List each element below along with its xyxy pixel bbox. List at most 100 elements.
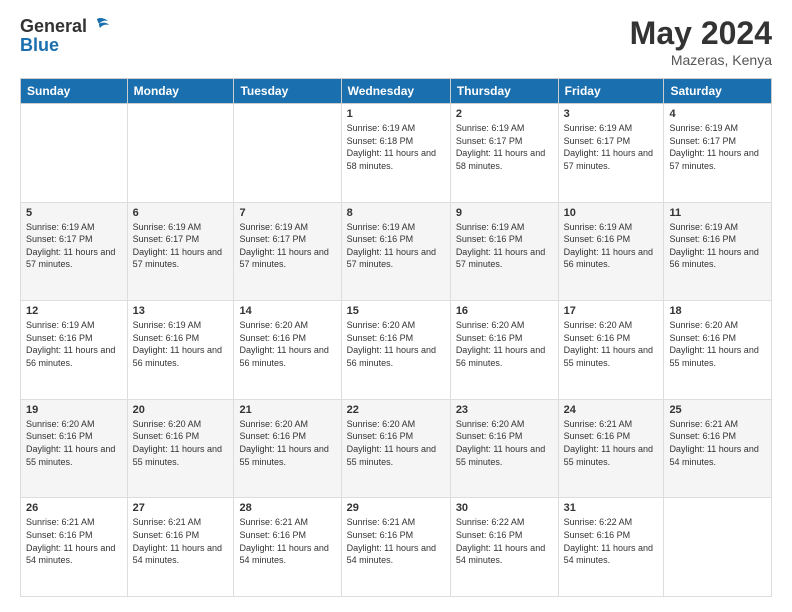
day-number: 19 (26, 404, 122, 416)
header-wednesday: Wednesday (341, 79, 450, 104)
day-info: Sunrise: 6:22 AMSunset: 6:16 PMDaylight:… (564, 516, 659, 566)
day-info: Sunrise: 6:20 AMSunset: 6:16 PMDaylight:… (456, 319, 553, 369)
day-number: 9 (456, 207, 553, 219)
table-row: 4Sunrise: 6:19 AMSunset: 6:17 PMDaylight… (664, 104, 772, 203)
header-saturday: Saturday (664, 79, 772, 104)
day-info: Sunrise: 6:21 AMSunset: 6:16 PMDaylight:… (239, 516, 335, 566)
table-row: 8 Sunrise: 6:19 AMSunset: 6:16 PMDaylight… (341, 202, 450, 301)
day-info: Sunrise: 6:19 AMSunset: 6:16 PMDaylight:… (669, 221, 766, 271)
table-row: 15 Sunrise: 6:20 AMSunset: 6:16 PMDayligh… (341, 301, 450, 400)
calendar-week-row: 19 Sunrise: 6:20 AMSunset: 6:16 PMDayligh… (21, 399, 772, 498)
table-row (234, 104, 341, 203)
day-number: 26 (26, 502, 122, 514)
day-number: 4 (669, 108, 766, 120)
header: General Blue May 2024 Mazeras, Kenya (20, 15, 772, 68)
day-info: Sunrise: 6:19 AMSunset: 6:18 PMDaylight:… (347, 122, 445, 172)
header-thursday: Thursday (450, 79, 558, 104)
day-info: Sunrise: 6:19 AMSunset: 6:16 PMDaylight:… (133, 319, 229, 369)
day-number: 25 (669, 404, 766, 416)
table-row: 17Sunrise: 6:20 AMSunset: 6:16 PMDayligh… (558, 301, 664, 400)
day-number: 3 (564, 108, 659, 120)
day-info: Sunrise: 6:19 AMSunset: 6:17 PMDaylight:… (564, 122, 659, 172)
weekday-header-row: Sunday Monday Tuesday Wednesday Thursday… (21, 79, 772, 104)
day-info: Sunrise: 6:21 AMSunset: 6:16 PMDaylight:… (347, 516, 445, 566)
day-info: Sunrise: 6:20 AMSunset: 6:16 PMDaylight:… (26, 418, 122, 468)
table-row: 14 Sunrise: 6:20 AMSunset: 6:16 PMDayligh… (234, 301, 341, 400)
day-number: 11 (669, 207, 766, 219)
day-number: 16 (456, 305, 553, 317)
table-row: 19 Sunrise: 6:20 AMSunset: 6:16 PMDayligh… (21, 399, 128, 498)
day-info: Sunrise: 6:19 AMSunset: 6:16 PMDaylight:… (26, 319, 122, 369)
day-info: Sunrise: 6:21 AMSunset: 6:16 PMDaylight:… (26, 516, 122, 566)
table-row: 5Sunrise: 6:19 AMSunset: 6:17 PMDaylight… (21, 202, 128, 301)
table-row: 21 Sunrise: 6:20 AMSunset: 6:16 PMDayligh… (234, 399, 341, 498)
day-info: Sunrise: 6:21 AMSunset: 6:16 PMDaylight:… (669, 418, 766, 468)
day-info: Sunrise: 6:20 AMSunset: 6:16 PMDaylight:… (239, 418, 335, 468)
day-number: 21 (239, 404, 335, 416)
table-row: 31Sunrise: 6:22 AMSunset: 6:16 PMDayligh… (558, 498, 664, 597)
calendar-week-row: 12 Sunrise: 6:19 AMSunset: 6:16 PMDayligh… (21, 301, 772, 400)
day-number: 28 (239, 502, 335, 514)
location-title: Mazeras, Kenya (630, 52, 772, 68)
day-number: 15 (347, 305, 445, 317)
table-row: 29Sunrise: 6:21 AMSunset: 6:16 PMDayligh… (341, 498, 450, 597)
table-row: 28 Sunrise: 6:21 AMSunset: 6:16 PMDayligh… (234, 498, 341, 597)
day-info: Sunrise: 6:19 AMSunset: 6:17 PMDaylight:… (456, 122, 553, 172)
table-row: 26 Sunrise: 6:21 AMSunset: 6:16 PMDayligh… (21, 498, 128, 597)
table-row (127, 104, 234, 203)
table-row: 1 Sunrise: 6:19 AMSunset: 6:18 PMDaylight… (341, 104, 450, 203)
day-info: Sunrise: 6:19 AMSunset: 6:17 PMDaylight:… (26, 221, 122, 271)
day-number: 30 (456, 502, 553, 514)
table-row: 25 Sunrise: 6:21 AMSunset: 6:16 PMDayligh… (664, 399, 772, 498)
day-number: 14 (239, 305, 335, 317)
day-info: Sunrise: 6:20 AMSunset: 6:16 PMDaylight:… (347, 418, 445, 468)
day-info: Sunrise: 6:22 AMSunset: 6:16 PMDaylight:… (456, 516, 553, 566)
table-row: 6Sunrise: 6:19 AMSunset: 6:17 PMDaylight… (127, 202, 234, 301)
day-number: 10 (564, 207, 659, 219)
day-info: Sunrise: 6:20 AMSunset: 6:16 PMDaylight:… (133, 418, 229, 468)
day-number: 13 (133, 305, 229, 317)
table-row: 22Sunrise: 6:20 AMSunset: 6:16 PMDayligh… (341, 399, 450, 498)
day-number: 20 (133, 404, 229, 416)
month-title: May 2024 (630, 15, 772, 52)
table-row: 13 Sunrise: 6:19 AMSunset: 6:16 PMDayligh… (127, 301, 234, 400)
table-row: 27 Sunrise: 6:21 AMSunset: 6:16 PMDayligh… (127, 498, 234, 597)
table-row: 30 Sunrise: 6:22 AMSunset: 6:16 PMDayligh… (450, 498, 558, 597)
day-number: 8 (347, 207, 445, 219)
table-row (21, 104, 128, 203)
day-info: Sunrise: 6:21 AMSunset: 6:16 PMDaylight:… (133, 516, 229, 566)
page: General Blue May 2024 Mazeras, Kenya Sun… (0, 0, 792, 612)
day-number: 12 (26, 305, 122, 317)
table-row (664, 498, 772, 597)
day-number: 23 (456, 404, 553, 416)
table-row: 23 Sunrise: 6:20 AMSunset: 6:16 PMDayligh… (450, 399, 558, 498)
day-info: Sunrise: 6:20 AMSunset: 6:16 PMDaylight:… (669, 319, 766, 369)
table-row: 20 Sunrise: 6:20 AMSunset: 6:16 PMDayligh… (127, 399, 234, 498)
table-row: 7Sunrise: 6:19 AMSunset: 6:17 PMDaylight… (234, 202, 341, 301)
day-info: Sunrise: 6:20 AMSunset: 6:16 PMDaylight:… (347, 319, 445, 369)
day-info: Sunrise: 6:20 AMSunset: 6:16 PMDaylight:… (239, 319, 335, 369)
calendar-week-row: 1 Sunrise: 6:19 AMSunset: 6:18 PMDaylight… (21, 104, 772, 203)
calendar-week-row: 5Sunrise: 6:19 AMSunset: 6:17 PMDaylight… (21, 202, 772, 301)
day-number: 7 (239, 207, 335, 219)
day-number: 1 (347, 108, 445, 120)
table-row: 18 Sunrise: 6:20 AMSunset: 6:16 PMDayligh… (664, 301, 772, 400)
day-info: Sunrise: 6:21 AMSunset: 6:16 PMDaylight:… (564, 418, 659, 468)
header-tuesday: Tuesday (234, 79, 341, 104)
day-number: 2 (456, 108, 553, 120)
day-info: Sunrise: 6:19 AMSunset: 6:16 PMDaylight:… (564, 221, 659, 271)
table-row: 16 Sunrise: 6:20 AMSunset: 6:16 PMDayligh… (450, 301, 558, 400)
day-info: Sunrise: 6:19 AMSunset: 6:16 PMDaylight:… (347, 221, 445, 271)
day-number: 24 (564, 404, 659, 416)
logo-general-text: General (20, 16, 87, 37)
table-row: 2 Sunrise: 6:19 AMSunset: 6:17 PMDaylight… (450, 104, 558, 203)
day-number: 6 (133, 207, 229, 219)
day-number: 18 (669, 305, 766, 317)
table-row: 10 Sunrise: 6:19 AMSunset: 6:16 PMDayligh… (558, 202, 664, 301)
table-row: 11 Sunrise: 6:19 AMSunset: 6:16 PMDayligh… (664, 202, 772, 301)
table-row: 3 Sunrise: 6:19 AMSunset: 6:17 PMDaylight… (558, 104, 664, 203)
day-number: 27 (133, 502, 229, 514)
calendar-week-row: 26 Sunrise: 6:21 AMSunset: 6:16 PMDayligh… (21, 498, 772, 597)
day-info: Sunrise: 6:20 AMSunset: 6:16 PMDaylight:… (456, 418, 553, 468)
header-monday: Monday (127, 79, 234, 104)
